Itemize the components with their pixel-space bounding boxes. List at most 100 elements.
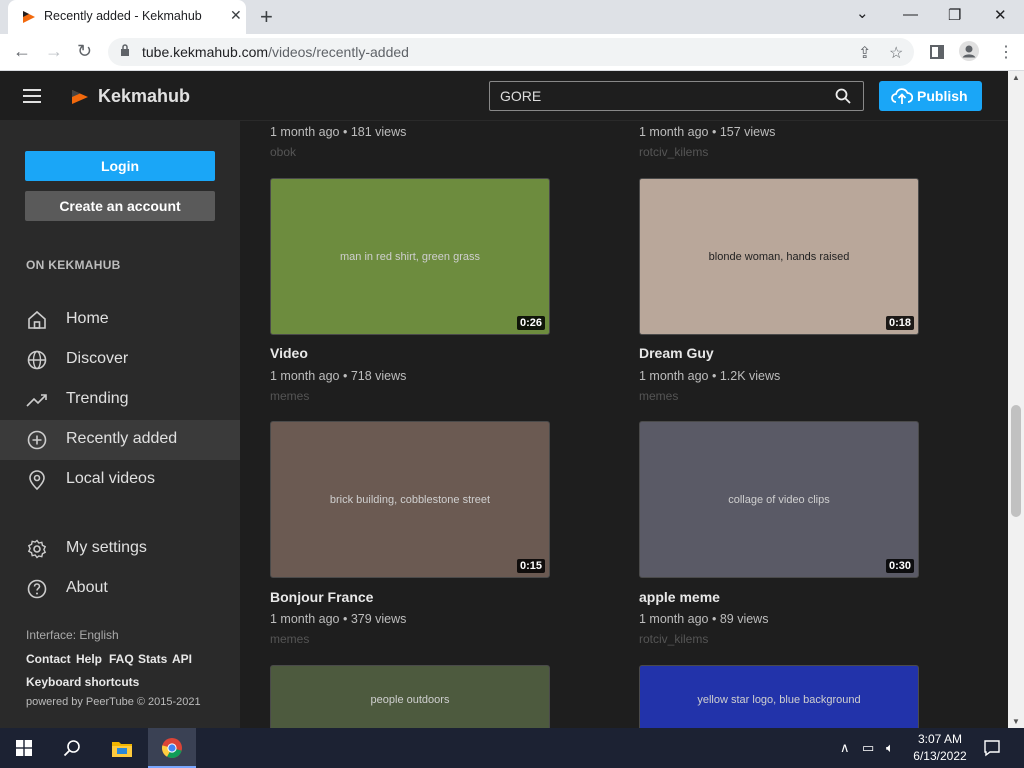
video-duration: 0:26 bbox=[516, 316, 545, 330]
powered-by-text: powered by PeerTube © 2015-2021 bbox=[26, 696, 201, 708]
map-pin-icon bbox=[29, 470, 45, 491]
forward-arrow-icon[interactable]: → bbox=[45, 41, 63, 62]
profile-avatar-icon[interactable] bbox=[959, 41, 979, 61]
site-logo-icon[interactable] bbox=[70, 88, 90, 106]
thumbnail-description: blonde woman, hands raised bbox=[708, 250, 850, 263]
search-icon[interactable] bbox=[835, 88, 851, 104]
sidebar-section-title: ON KEKMAHUB bbox=[26, 258, 121, 272]
sidebar-item-my-settings[interactable]: My settings bbox=[0, 529, 240, 567]
tab-close-icon[interactable]: ✕ bbox=[230, 7, 242, 24]
taskbar-clock[interactable]: 3:07 AM 6/13/2022 bbox=[912, 731, 968, 765]
help-link[interactable]: Help bbox=[76, 652, 102, 666]
windows-taskbar: ∧ ▭ 🔈︎ 3:07 AM 6/13/2022 bbox=[0, 728, 1024, 768]
home-icon bbox=[28, 310, 46, 329]
create-account-button[interactable]: Create an account bbox=[25, 191, 215, 221]
video-channel[interactable]: memes bbox=[639, 389, 678, 403]
login-button[interactable]: Login bbox=[25, 151, 215, 181]
keyboard-shortcuts-link[interactable]: Keyboard shortcuts bbox=[26, 675, 139, 689]
sidebar-item-label: Recently added bbox=[66, 430, 178, 447]
video-channel[interactable]: rotciv_kilems bbox=[639, 632, 708, 646]
video-channel[interactable]: memes bbox=[270, 389, 309, 403]
minimize-window-icon[interactable]: — bbox=[903, 6, 918, 23]
file-explorer-icon[interactable] bbox=[111, 738, 133, 758]
windows-start-icon[interactable] bbox=[16, 740, 32, 756]
sidebar-item-discover[interactable]: Discover bbox=[0, 340, 240, 378]
reload-icon[interactable]: ↻ bbox=[77, 41, 92, 62]
thumbnail-description: people outdoors bbox=[370, 694, 450, 706]
chrome-menu-icon[interactable]: ⋮ bbox=[998, 42, 1014, 62]
share-icon[interactable]: ⇪ bbox=[858, 43, 871, 63]
lock-icon bbox=[121, 44, 129, 56]
sidebar-item-recently-added[interactable]: Recently added bbox=[0, 420, 240, 460]
video-duration: 0:30 bbox=[885, 559, 914, 573]
site-favicon-icon bbox=[23, 11, 35, 23]
taskbar-search-icon[interactable] bbox=[63, 739, 81, 757]
tab-title: Recently added - Kekmahub bbox=[44, 9, 202, 23]
video-meta: 1 month ago • 718 views bbox=[270, 369, 407, 383]
contact-link[interactable]: Contact bbox=[26, 652, 71, 666]
video-meta: 1 month ago • 1.2K views bbox=[639, 369, 781, 383]
url-text: tube.kekmahub.com/videos/recently-added bbox=[142, 44, 409, 60]
close-window-icon[interactable]: ✕ bbox=[994, 6, 1007, 24]
new-tab-button[interactable]: + bbox=[260, 4, 273, 30]
sidebar-item-label: Home bbox=[66, 310, 109, 327]
bookmark-star-icon[interactable]: ☆ bbox=[889, 43, 903, 63]
video-thumbnail[interactable]: blonde woman, hands raised 0:18 bbox=[639, 178, 919, 335]
faq-link[interactable]: FAQ bbox=[109, 652, 134, 666]
site-header: Kekmahub GORE Publish bbox=[0, 71, 1008, 121]
sidebar-item-trending[interactable]: Trending bbox=[0, 380, 240, 418]
video-duration: 0:15 bbox=[516, 559, 545, 573]
globe-icon bbox=[27, 350, 47, 370]
network-icon[interactable]: ▭ bbox=[862, 740, 874, 756]
scroll-down-icon[interactable]: ▼ bbox=[1012, 717, 1020, 726]
video-channel[interactable]: obok bbox=[270, 145, 296, 159]
video-thumbnail[interactable]: brick building, cobblestone street 0:15 bbox=[270, 421, 550, 578]
back-arrow-icon[interactable]: ← bbox=[13, 41, 31, 62]
tray-overflow-icon[interactable]: ∧ bbox=[840, 740, 850, 756]
video-thumbnail[interactable]: yellow star logo, blue background bbox=[639, 665, 919, 728]
search-input[interactable]: GORE bbox=[489, 81, 864, 111]
video-thumbnail[interactable]: collage of video clips 0:30 bbox=[639, 421, 919, 578]
sidebar-item-about[interactable]: About bbox=[0, 569, 240, 607]
video-channel[interactable]: rotciv_kilems bbox=[639, 145, 708, 159]
page-scrollbar[interactable]: ▲ ▼ bbox=[1008, 71, 1024, 728]
search-value: GORE bbox=[500, 88, 542, 104]
video-meta: 1 month ago • 379 views bbox=[270, 612, 407, 626]
sidebar-item-home[interactable]: Home bbox=[0, 300, 240, 338]
volume-icon[interactable]: 🔈︎ bbox=[886, 740, 894, 756]
video-title[interactable]: Dream Guy bbox=[639, 345, 714, 361]
sidebar-item-local-videos[interactable]: Local videos bbox=[0, 460, 240, 498]
sidebar: Login Create an account ON KEKMAHUB Home… bbox=[0, 121, 240, 728]
hamburger-menu-icon[interactable] bbox=[23, 89, 41, 103]
interface-language-link[interactable]: Interface: English bbox=[26, 628, 119, 642]
upload-cloud-icon bbox=[891, 88, 913, 104]
sidebar-item-label: About bbox=[66, 579, 108, 596]
scroll-up-icon[interactable]: ▲ bbox=[1012, 73, 1020, 82]
browser-tab[interactable]: Recently added - Kekmahub ✕ bbox=[8, 0, 246, 34]
video-thumbnail[interactable]: people outdoors bbox=[270, 665, 550, 728]
restore-window-icon[interactable]: ❐ bbox=[948, 6, 961, 24]
video-title[interactable]: apple meme bbox=[639, 589, 720, 605]
notification-center-icon[interactable] bbox=[983, 739, 1001, 757]
stats-link[interactable]: Stats bbox=[138, 652, 167, 666]
sidebar-item-label: Discover bbox=[66, 350, 129, 367]
video-thumbnail[interactable]: man in red shirt, green grass 0:26 bbox=[270, 178, 550, 335]
video-title[interactable]: Bonjour France bbox=[270, 589, 373, 605]
plus-circle-icon bbox=[27, 430, 47, 450]
web-page: Kekmahub GORE Publish Login Create an ac… bbox=[0, 71, 1008, 728]
publish-button[interactable]: Publish bbox=[879, 81, 982, 111]
scrollbar-thumb[interactable] bbox=[1011, 405, 1021, 517]
thumbnail-description: collage of video clips bbox=[728, 493, 830, 506]
address-bar[interactable]: tube.kekmahub.com/videos/recently-added bbox=[108, 38, 914, 66]
clock-time: 3:07 AM bbox=[917, 732, 963, 746]
clock-date: 6/13/2022 bbox=[913, 749, 967, 763]
video-meta: 1 month ago • 89 views bbox=[639, 612, 769, 626]
video-title[interactable]: Video bbox=[270, 345, 308, 361]
chrome-taskbar-button[interactable] bbox=[148, 728, 196, 768]
video-channel[interactable]: memes bbox=[270, 632, 309, 646]
site-brand[interactable]: Kekmahub bbox=[98, 86, 190, 107]
api-link[interactable]: API bbox=[172, 652, 192, 666]
tab-search-icon[interactable]: ⌄ bbox=[856, 4, 869, 22]
side-panel-icon[interactable] bbox=[930, 45, 944, 59]
video-meta: 1 month ago • 157 views bbox=[639, 125, 776, 139]
